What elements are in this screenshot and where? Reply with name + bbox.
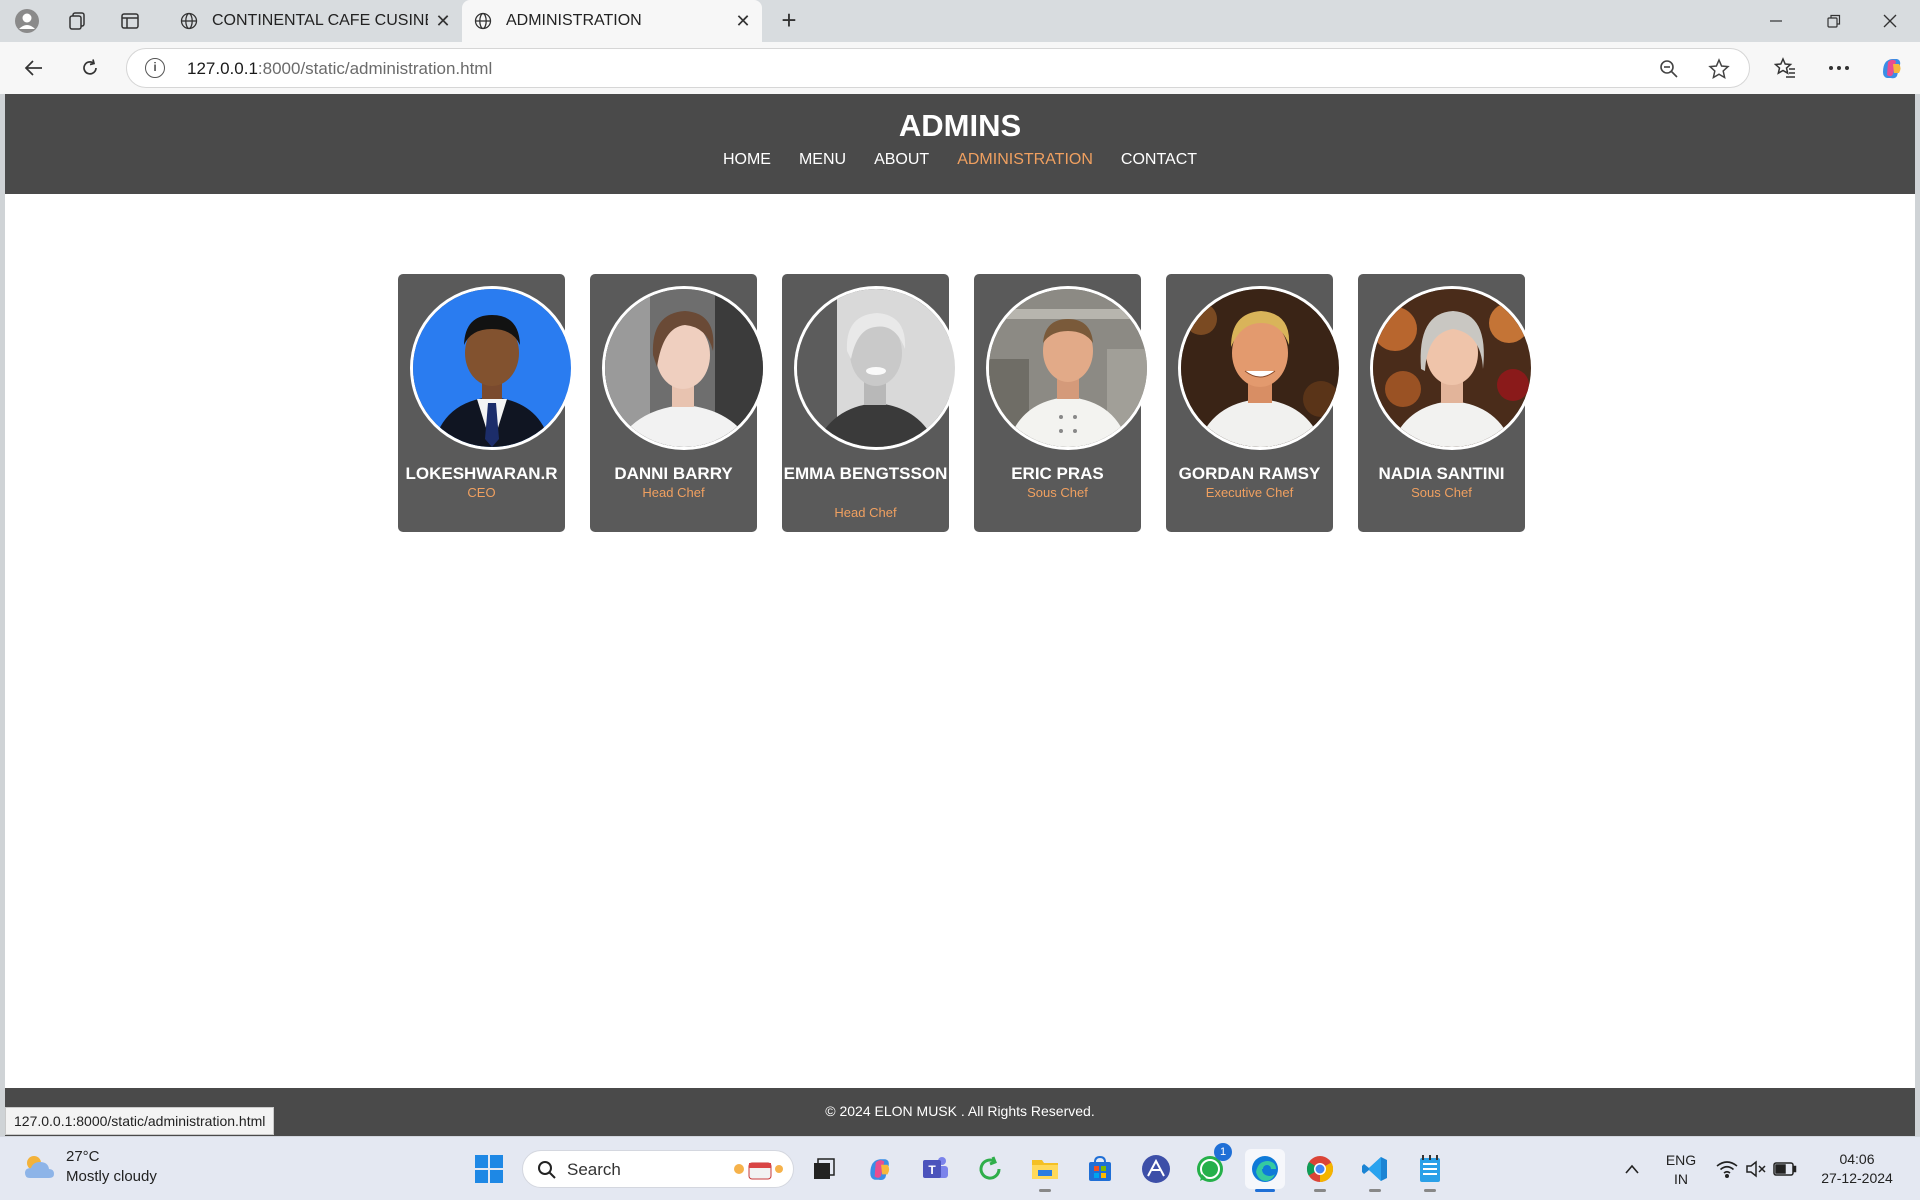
admin-photo	[986, 286, 1150, 450]
admin-name: ERIC PRAS	[1011, 464, 1104, 483]
clock-time: 04:06	[1839, 1151, 1875, 1167]
running-indicator	[1255, 1189, 1275, 1192]
refresh-app-icon[interactable]	[970, 1149, 1010, 1189]
start-button[interactable]	[469, 1149, 509, 1189]
admin-card: EMMA BENGTSSON Head Chef	[782, 274, 958, 532]
admin-photo	[1370, 286, 1534, 450]
new-tab-button[interactable]: +	[774, 6, 804, 36]
battery-icon[interactable]	[1765, 1149, 1805, 1189]
favorite-star-icon[interactable]	[1707, 57, 1731, 81]
language-indicator[interactable]: ENG IN	[1656, 1151, 1706, 1189]
weather-desc: Mostly cloudy	[66, 1168, 157, 1185]
admin-role: Executive Chef	[1205, 485, 1294, 500]
copilot-taskbar-icon[interactable]	[860, 1149, 900, 1189]
admin-name: NADIA SANTINI	[1378, 464, 1505, 483]
tab-title: ADMINISTRATION	[506, 12, 642, 29]
admin-photo	[1178, 286, 1342, 450]
site-nav: HOME MENU ABOUT ADMINISTRATION CONTACT	[5, 151, 1915, 169]
search-icon	[538, 1161, 556, 1179]
running-indicator	[1369, 1189, 1381, 1192]
search-label: Search	[567, 1160, 621, 1179]
admin-card: LOKESHWARAN.R CEO	[398, 274, 574, 532]
copyright-text: © 2024 ELON MUSK . All Rights Reserved.	[825, 1103, 1095, 1119]
admin-role: Head Chef	[834, 505, 897, 520]
nav-about[interactable]: ABOUT	[860, 151, 943, 169]
close-window-button[interactable]	[1862, 0, 1918, 42]
running-indicator	[1424, 1189, 1436, 1192]
store-icon[interactable]	[1080, 1149, 1120, 1189]
whatsapp-icon[interactable]: 1	[1190, 1143, 1232, 1189]
taskbar-search[interactable]: Search	[522, 1150, 794, 1188]
page-viewport: ADMINS HOME MENU ABOUT ADMINISTRATION CO…	[5, 94, 1915, 1136]
task-view-icon[interactable]	[804, 1149, 844, 1189]
zoom-out-icon[interactable]	[1657, 57, 1681, 81]
nav-contact[interactable]: CONTACT	[1107, 151, 1211, 169]
site-header: ADMINS HOME MENU ABOUT ADMINISTRATION CO…	[5, 94, 1915, 194]
search-highlight-icon	[734, 1162, 783, 1180]
tab-continental-cafe[interactable]: CONTINENTAL CAFE CUSINE ✕	[168, 0, 462, 42]
admin-role: Sous Chef	[1411, 485, 1472, 500]
favorites-icon[interactable]	[1769, 52, 1801, 84]
running-indicator	[1039, 1189, 1051, 1192]
site-info-icon[interactable]: i	[145, 58, 165, 78]
workspaces-icon[interactable]	[62, 6, 92, 36]
chrome-icon[interactable]	[1300, 1149, 1340, 1192]
browser-tab-bar: CONTINENTAL CAFE CUSINE ✕ ADMINISTRATION…	[0, 0, 1920, 42]
profile-icon[interactable]	[12, 6, 42, 36]
svg-text:T: T	[928, 1163, 936, 1177]
notification-badge: 1	[1214, 1143, 1232, 1161]
back-arrow-icon[interactable]	[18, 52, 50, 84]
more-options-icon[interactable]	[1823, 52, 1855, 84]
vertical-tabs-icon[interactable]	[115, 6, 145, 36]
close-tab-icon[interactable]: ✕	[428, 11, 458, 32]
tab-administration[interactable]: ADMINISTRATION ✕	[462, 0, 762, 42]
admin-role: Head Chef	[642, 485, 705, 500]
running-indicator	[1314, 1189, 1326, 1192]
admin-role: Sous Chef	[1027, 485, 1088, 500]
admin-card: ERIC PRAS Sous Chef	[974, 274, 1150, 532]
refresh-icon[interactable]	[74, 52, 106, 84]
admin-role: CEO	[467, 485, 496, 500]
notepad-icon[interactable]	[1410, 1149, 1450, 1192]
copilot-icon[interactable]	[1876, 52, 1908, 84]
clock-date: 27-12-2024	[1821, 1170, 1893, 1186]
admin-card: DANNI BARRY Head Chef	[590, 274, 766, 532]
globe-icon	[178, 10, 200, 32]
page-title: ADMINS	[898, 108, 1022, 143]
nav-home[interactable]: HOME	[709, 151, 785, 169]
url-field[interactable]: i 127.0.0.1:8000/static/administration.h…	[126, 48, 1750, 88]
tab-title: CONTINENTAL CAFE CUSINE	[212, 12, 428, 29]
admin-card: NADIA SANTINI Sous Chef	[1358, 274, 1534, 532]
admin-name: GORDAN RAMSY	[1178, 464, 1321, 483]
cloud-sun-icon	[25, 1156, 54, 1178]
restore-button[interactable]	[1806, 0, 1862, 42]
address-bar-row: i 127.0.0.1:8000/static/administration.h…	[0, 42, 1920, 94]
admin-photo	[602, 286, 766, 450]
nav-administration[interactable]: ADMINISTRATION	[943, 151, 1107, 169]
url-text: 127.0.0.1:8000/static/administration.htm…	[187, 59, 493, 78]
vscode-icon[interactable]	[1355, 1149, 1395, 1192]
close-tab-icon[interactable]: ✕	[728, 11, 758, 32]
clock[interactable]: 04:06 27-12-2024	[1814, 1150, 1900, 1188]
chevron-up-icon[interactable]	[1612, 1149, 1652, 1189]
minimize-button[interactable]	[1748, 0, 1804, 42]
admin-name: EMMA BENGTSSON	[783, 464, 948, 483]
windows-taskbar: 27°C Mostly cloudy Search T 1 ENG IN 04:…	[0, 1136, 1920, 1200]
site-footer: © 2024 ELON MUSK . All Rights Reserved.	[5, 1088, 1915, 1136]
weather-widget[interactable]: 27°C Mostly cloudy	[22, 1147, 157, 1187]
admin-photo	[410, 286, 574, 450]
nav-menu[interactable]: MENU	[785, 151, 860, 169]
app-launcher-icon[interactable]	[1136, 1149, 1176, 1189]
link-status-tooltip: 127.0.0.1:8000/static/administration.htm…	[5, 1107, 275, 1135]
edge-icon[interactable]	[1245, 1149, 1285, 1192]
weather-temp: 27°C	[66, 1148, 100, 1165]
teams-icon[interactable]: T	[915, 1149, 955, 1189]
admin-card: GORDAN RAMSY Executive Chef	[1166, 274, 1342, 532]
admin-name: LOKESHWARAN.R	[405, 464, 558, 483]
admin-name: DANNI BARRY	[614, 464, 733, 483]
globe-icon	[472, 10, 494, 32]
admin-photo	[794, 286, 958, 450]
file-explorer-icon[interactable]	[1025, 1149, 1065, 1192]
